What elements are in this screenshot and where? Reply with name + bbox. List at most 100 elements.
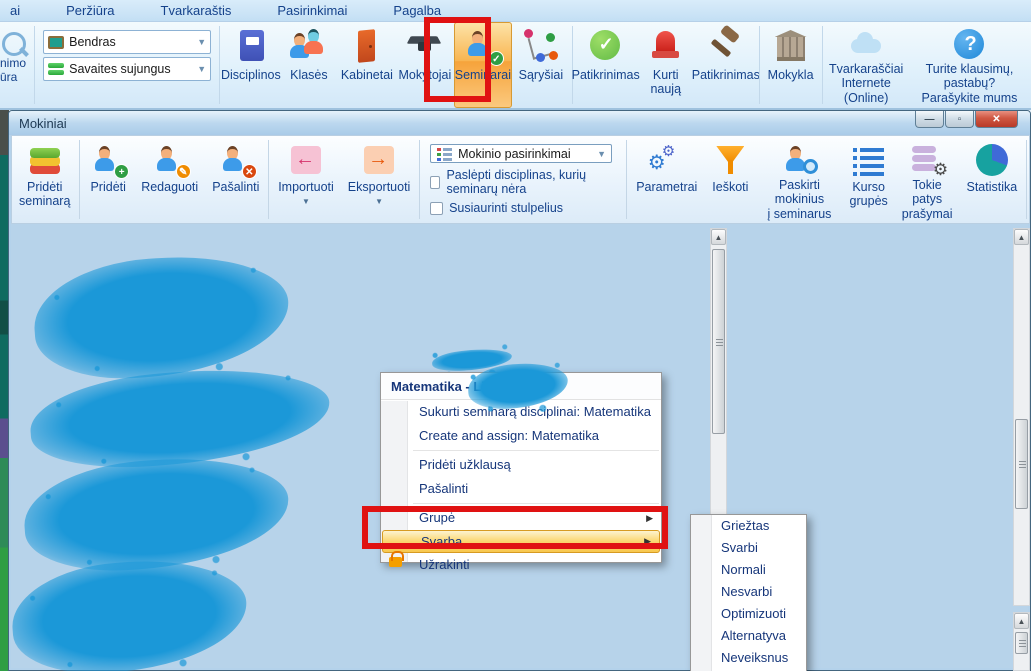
- toolbar-separator: [626, 140, 627, 219]
- bank-icon: [772, 27, 810, 65]
- ribbon-button-patikrinimas[interactable]: Patikrinimas: [695, 22, 757, 108]
- toolbar-button-label: Pašalinti: [212, 180, 259, 194]
- ribbon-button-mokykla[interactable]: Mokykla: [762, 22, 820, 108]
- menu-item-peržiūra[interactable]: Peržiūra: [60, 1, 120, 20]
- toolbar-button-statistika[interactable]: Statistika: [960, 136, 1025, 223]
- database-gear-icon: [908, 142, 946, 176]
- print-preview-label: nimo ūra: [0, 56, 32, 84]
- submenu-item-normali[interactable]: Normali: [691, 559, 806, 581]
- submenu-item-optimizuoti[interactable]: Optimizuoti: [691, 603, 806, 625]
- toolbar-button-label: Pridėti: [90, 180, 125, 194]
- toolbar-button-ieškoti[interactable]: Ieškoti: [704, 136, 756, 223]
- week-mode-select[interactable]: Savaites sujungus ▼: [43, 57, 211, 81]
- notebook-icon: [232, 27, 270, 65]
- context-menu-item-pridėti-užklaus[interactable]: Pridėti užklausą: [381, 453, 661, 477]
- toolbar-separator: [268, 140, 269, 219]
- window-titlebar[interactable]: Mokiniai —▫✕: [9, 111, 1030, 135]
- green-bars-icon: [48, 63, 64, 76]
- badge-check-icon: [587, 27, 625, 65]
- student-choices-select[interactable]: Mokinio pasirinkimai▼: [430, 144, 612, 163]
- close-button[interactable]: ✕: [975, 111, 1018, 128]
- toolbar-button-redaguoti[interactable]: ✎Redaguoti: [134, 136, 205, 223]
- people-icon: [290, 27, 328, 65]
- checkbox-row: Paslėpti disciplinas, kurių seminarų nėr…: [430, 168, 616, 196]
- toolbar-button-label: Statistika: [967, 180, 1018, 194]
- toolbar-button-pridėti[interactable]: + Pridėti: [82, 136, 134, 223]
- submenu-item-neveiksnus[interactable]: Neveiksnus: [691, 647, 806, 669]
- svarba-submenu: GriežtasSvarbiNormaliNesvarbiOptimizuoti…: [690, 514, 807, 671]
- ribbon-button-turite-klausimų[interactable]: Turite klausimų, pastabų? Parašykite mum…: [908, 22, 1031, 108]
- ribbon-separator: [34, 26, 35, 104]
- ribbon-button-label: Turite klausimų, pastabų? Parašykite mum…: [914, 62, 1025, 105]
- blue-scribble: [467, 361, 570, 412]
- toolbar-button-pašalinti[interactable]: ✕Pašalinti: [205, 136, 266, 223]
- checkbox-1[interactable]: [430, 202, 443, 215]
- ribbon-button-kabinetai[interactable]: Kabinetai: [338, 22, 396, 108]
- menu-separator: [413, 503, 659, 504]
- toolbar-button-parametrai[interactable]: Parametrai: [629, 136, 704, 223]
- person-shape: [157, 146, 177, 172]
- toolbar-button-importuoti[interactable]: Importuoti▼: [271, 136, 341, 223]
- ribbon: nimo ūra Bendras ▼ Savaites sujungus ▼ D…: [0, 22, 1031, 110]
- network-node: [536, 53, 545, 62]
- ribbon-button-tvarkaraš-iai[interactable]: Tvarkaraščiai Internete (Online): [824, 22, 908, 108]
- import-arrow-icon: [287, 142, 325, 178]
- checkbox-row: Susiaurinti stulpelius: [430, 201, 616, 215]
- menu-item-pasirinkimai[interactable]: Pasirinkimai: [271, 1, 353, 20]
- submenu-item-svarbi[interactable]: Svarbi: [691, 537, 806, 559]
- menu-separator: [413, 450, 659, 451]
- toolbar-button-paskirti-mokinius[interactable]: Paskirti mokinius į seminarus: [756, 136, 842, 223]
- toolbar-separator: [419, 140, 420, 219]
- person-plus-icon: +: [89, 142, 127, 178]
- network-icon: [522, 27, 560, 65]
- ribbon-separator: [759, 26, 760, 104]
- list-icon: [850, 142, 888, 178]
- toolbar-button-label: Importuoti: [278, 180, 334, 194]
- ribbon-button-label: Mokykla: [768, 68, 814, 82]
- menu-item-tvarkaraštis[interactable]: Tvarkaraštis: [155, 1, 238, 20]
- maximize-button[interactable]: ▫: [945, 111, 974, 128]
- toolbar-button-label: Kurso grupės: [850, 180, 888, 209]
- person-shape: [304, 29, 324, 55]
- lock-icon: [389, 557, 402, 567]
- toolbar-separator: [79, 140, 80, 219]
- annotation-box-seminarai: [424, 17, 491, 102]
- context-menu-item-create-and-assign-matematika[interactable]: Create and assign: Matematika: [381, 424, 661, 448]
- door-icon: [348, 27, 386, 65]
- ribbon-button-s-ryšiai[interactable]: Sąryšiai: [512, 22, 570, 108]
- context-menu-item-užrakinti[interactable]: Užrakinti: [381, 553, 661, 577]
- context-menu-item-pašalinti[interactable]: Pašalinti: [381, 477, 661, 501]
- toolbar-button-label: Pridėti seminarą: [19, 180, 70, 209]
- ribbon-button-klasės[interactable]: Klasės: [280, 22, 338, 108]
- toolbar-button-tokie-patys[interactable]: Tokie patys prašymai: [895, 136, 960, 223]
- ribbon-button-disciplinos[interactable]: Disciplinos: [222, 22, 280, 108]
- checkbox-label: Susiaurinti stulpelius: [449, 201, 563, 215]
- menu-item-ai[interactable]: ai: [4, 1, 26, 20]
- list-icon: [436, 146, 453, 162]
- toolbar-options: Mokinio pasirinkimai▼ Paslėpti disciplina…: [422, 136, 624, 223]
- person-shape: [223, 146, 243, 172]
- ribbon-button-label: Patikrinimas: [572, 68, 640, 82]
- checkbox-0[interactable]: [430, 176, 440, 189]
- ribbon-button-label: Disciplinos: [221, 68, 281, 82]
- x-badge-icon: ✕: [242, 164, 257, 179]
- toolbar-button-kurso[interactable]: Kurso grupės: [843, 136, 895, 223]
- view-mode-select[interactable]: Bendras ▼: [43, 30, 211, 54]
- siren-icon: [647, 27, 685, 65]
- ribbon-button-patikrinimas[interactable]: Patikrinimas: [575, 22, 637, 108]
- window-title: Mokiniai: [19, 116, 67, 131]
- ribbon-button-kurti[interactable]: Kurti naują: [637, 22, 695, 108]
- network-node: [549, 51, 558, 60]
- toolbar-button-eksportuoti[interactable]: Eksportuoti▼: [341, 136, 418, 223]
- ribbon-button-label: Klasės: [290, 68, 328, 82]
- submenu-item-alternatyva[interactable]: Alternatyva: [691, 625, 806, 647]
- print-preview-button[interactable]: nimo ūra: [0, 22, 32, 108]
- submenu-item-griežtas[interactable]: Griežtas: [691, 515, 806, 537]
- toolbar-button-pridėti[interactable]: Pridėti seminarą: [12, 136, 77, 223]
- chevron-down-icon: ▼: [197, 64, 206, 74]
- toolbar-separator: [1026, 140, 1027, 219]
- menu-bar: aiPeržiūraTvarkaraštisPasirinkimaiPagalb…: [0, 0, 1031, 22]
- layers-icon: [26, 142, 64, 178]
- minimize-button[interactable]: —: [915, 111, 944, 128]
- submenu-item-nesvarbi[interactable]: Nesvarbi: [691, 581, 806, 603]
